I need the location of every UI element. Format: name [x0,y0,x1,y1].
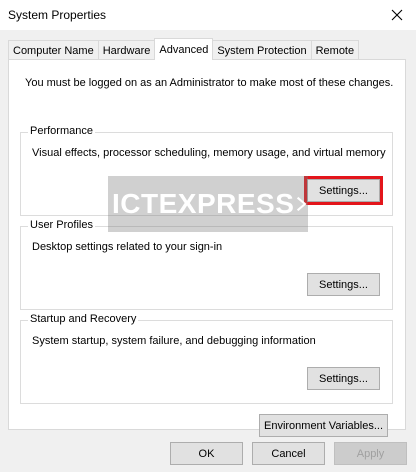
performance-settings-button[interactable]: Settings... [304,176,383,205]
title-bar: System Properties [0,0,416,30]
tab-remote[interactable]: Remote [310,40,360,60]
tab-label: Hardware [102,44,151,57]
tab-strip: Computer Name Hardware Advanced System P… [8,38,360,60]
ok-button[interactable]: OK [170,442,243,465]
user-profiles-title: User Profiles [28,219,95,231]
watermark-text: ICTEXPRESS [112,188,295,219]
startup-recovery-group: Startup and Recovery System startup, sys… [20,313,393,404]
button-label: Settings... [319,372,368,385]
button-label: Settings... [319,184,368,197]
button-label: Apply [356,447,385,460]
apply-button[interactable]: Apply [334,442,407,465]
advanced-tab-panel: You must be logged on as an Administrato… [8,59,406,437]
user-profiles-settings-button[interactable]: Settings... [307,273,380,296]
user-profiles-group: User Profiles Desktop settings related t… [20,219,393,310]
button-label: Settings... [319,278,368,291]
startup-recovery-settings-button[interactable]: Settings... [307,367,380,390]
startup-recovery-description: System startup, system failure, and debu… [32,335,316,347]
chevron-right-icon [297,196,307,212]
performance-title: Performance [28,125,95,137]
tab-advanced[interactable]: Advanced [154,38,214,60]
button-label: OK [198,447,215,460]
tab-label: System Protection [217,44,307,57]
tab-hardware[interactable]: Hardware [97,40,156,60]
button-label: Cancel [271,447,306,460]
close-button[interactable] [378,0,416,30]
button-label: Environment Variables... [263,419,384,432]
tab-label: Advanced [159,43,209,56]
user-profiles-description: Desktop settings related to your sign-in [32,241,223,253]
window-title: System Properties [8,8,107,22]
tab-system-protection[interactable]: System Protection [212,40,312,60]
watermark-overlay: ICTEXPRESS [108,176,308,232]
startup-recovery-title: Startup and Recovery [28,313,139,325]
admin-notice: You must be logged on as an Administrato… [25,77,394,89]
dialog-client-area: Computer Name Hardware Advanced System P… [0,30,416,472]
environment-variables-button[interactable]: Environment Variables... [259,414,388,437]
performance-description: Visual effects, processor scheduling, me… [32,147,386,159]
cancel-button[interactable]: Cancel [252,442,325,465]
close-icon [391,9,403,21]
tab-label: Remote [315,44,355,57]
tab-label: Computer Name [13,44,94,57]
tab-computer-name[interactable]: Computer Name [8,40,99,60]
